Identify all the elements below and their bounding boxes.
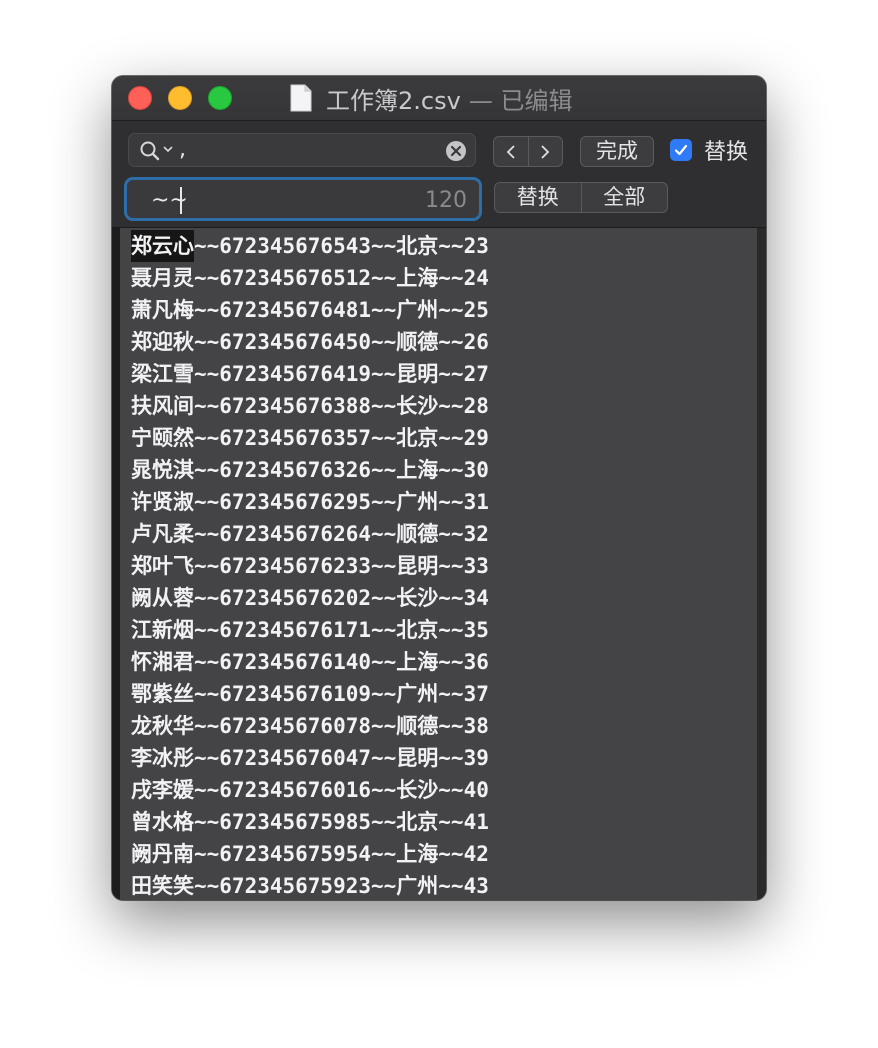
line-text: 阙丹南~~672345675954~~上海~~42 — [131, 842, 489, 866]
document-name: 工作簿2.csv — [326, 86, 461, 115]
text-line[interactable]: 曾水格~~672345675985~~北京~~41 — [131, 806, 489, 838]
text-line[interactable]: 江新烟~~672345676171~~北京~~35 — [131, 614, 489, 646]
chevron-right-icon — [541, 144, 550, 159]
text-line[interactable]: 晁悦淇~~672345676326~~上海~~30 — [131, 454, 489, 486]
text-area[interactable]: 郑云心~~672345676543~~北京~~23 聂月灵~~6723456765… — [120, 228, 757, 900]
line-text: 郑叶飞~~672345676233~~昆明~~33 — [131, 554, 489, 578]
text-line[interactable]: 许贤淑~~672345676295~~广州~~31 — [131, 486, 489, 518]
search-input[interactable]: , — [179, 137, 186, 163]
line-text: 龙秋华~~672345676078~~顺德~~38 — [131, 714, 489, 738]
search-field[interactable]: , — [128, 133, 476, 167]
replace-toggle[interactable]: 替换 — [670, 136, 749, 165]
text-line[interactable]: 田笑笑~~672345675923~~广州~~43 — [131, 870, 489, 900]
text-line[interactable]: 李冰彤~~672345676047~~昆明~~39 — [131, 742, 489, 774]
chevron-down-icon[interactable] — [163, 145, 173, 153]
line-text: 聂月灵~~672345676512~~上海~~24 — [131, 266, 489, 290]
previous-match-button[interactable] — [494, 137, 528, 166]
text-editor[interactable]: 郑云心~~672345676543~~北京~~23 聂月灵~~6723456765… — [112, 228, 766, 900]
line-text: 萧凡梅~~672345676481~~广州~~25 — [131, 298, 489, 322]
text-line[interactable]: 郑叶飞~~672345676233~~昆明~~33 — [131, 550, 489, 582]
replace-checkbox[interactable] — [670, 139, 692, 161]
line-text: 宁颐然~~672345676357~~北京~~29 — [131, 426, 489, 450]
text-line[interactable]: 宁颐然~~672345676357~~北京~~29 — [131, 422, 489, 454]
line-text: 田笑笑~~672345675923~~广州~~43 — [131, 874, 489, 898]
line-text: 晁悦淇~~672345676326~~上海~~30 — [131, 458, 489, 482]
done-button[interactable]: 完成 — [580, 136, 654, 167]
text-line[interactable]: 龙秋华~~672345676078~~顺德~~38 — [131, 710, 489, 742]
text-editor-window: 工作簿2.csv — 已编辑 , 完成 替换 ~~ 120 替换 全部 郑云心~… — [112, 76, 766, 900]
text-caret — [180, 187, 182, 214]
line-text: 许贤淑~~672345676295~~广州~~31 — [131, 490, 489, 514]
checkmark-icon — [674, 144, 688, 156]
line-text: 郑迎秋~~672345676450~~顺德~~26 — [131, 330, 489, 354]
replace-input[interactable]: ~~ — [151, 188, 188, 214]
window-title: 工作簿2.csv — 已编辑 — [290, 83, 573, 115]
text-line[interactable]: 卢凡柔~~672345676264~~顺德~~32 — [131, 518, 489, 550]
text-line[interactable]: 梁江雪~~672345676419~~昆明~~27 — [131, 358, 489, 390]
selected-match[interactable]: 郑云心 — [131, 230, 194, 262]
line-text: 扶风间~~672345676388~~长沙~~28 — [131, 394, 489, 418]
replace-buttons: 替换 全部 — [494, 182, 668, 213]
text-line[interactable]: 萧凡梅~~672345676481~~广州~~25 — [131, 294, 489, 326]
replace-button[interactable]: 替换 — [495, 183, 581, 212]
text-line[interactable]: 扶风间~~672345676388~~长沙~~28 — [131, 390, 489, 422]
document-icon — [290, 84, 312, 112]
clear-icon[interactable] — [445, 140, 467, 162]
next-match-button[interactable] — [527, 137, 563, 166]
line-text: 曾水格~~672345675985~~北京~~41 — [131, 810, 489, 834]
find-replace-bar: , 完成 替换 ~~ 120 替换 全部 — [112, 121, 766, 228]
line-text: 江新烟~~672345676171~~北京~~35 — [131, 618, 489, 642]
line-text: 阙从蓉~~672345676202~~长沙~~34 — [131, 586, 489, 610]
title-bar: 工作簿2.csv — 已编辑 — [112, 76, 766, 121]
line-text: 李冰彤~~672345676047~~昆明~~39 — [131, 746, 489, 770]
replace-count: 120 — [425, 188, 467, 213]
text-line[interactable]: 鄂紫丝~~672345676109~~广州~~37 — [131, 678, 489, 710]
find-navigation — [493, 136, 563, 167]
edited-status: — 已编辑 — [468, 86, 573, 115]
search-icon[interactable] — [139, 140, 161, 162]
text-line[interactable]: 聂月灵~~672345676512~~上海~~24 — [131, 262, 489, 294]
text-line[interactable]: 郑云心~~672345676543~~北京~~23 — [131, 230, 489, 262]
replace-all-button[interactable]: 全部 — [580, 183, 668, 212]
text-line[interactable]: 阙从蓉~~672345676202~~长沙~~34 — [131, 582, 489, 614]
line-text: 卢凡柔~~672345676264~~顺德~~32 — [131, 522, 489, 546]
text-line[interactable]: 郑迎秋~~672345676450~~顺德~~26 — [131, 326, 489, 358]
text-line[interactable]: 戌李媛~~672345676016~~长沙~~40 — [131, 774, 489, 806]
editor-gutter — [112, 228, 120, 900]
minimize-window-button[interactable] — [168, 86, 192, 110]
vertical-scrollbar[interactable] — [757, 228, 766, 900]
text-lines: 郑云心~~672345676543~~北京~~23 聂月灵~~6723456765… — [131, 230, 489, 900]
line-text: ~~672345676543~~北京~~23 — [194, 234, 489, 258]
line-text: 鄂紫丝~~672345676109~~广州~~37 — [131, 682, 489, 706]
text-line[interactable]: 怀湘君~~672345676140~~上海~~36 — [131, 646, 489, 678]
line-text: 梁江雪~~672345676419~~昆明~~27 — [131, 362, 489, 386]
replace-toggle-label: 替换 — [704, 140, 749, 165]
line-text: 怀湘君~~672345676140~~上海~~36 — [131, 650, 489, 674]
chevron-left-icon — [506, 144, 515, 159]
close-window-button[interactable] — [128, 86, 152, 110]
text-line[interactable]: 阙丹南~~672345675954~~上海~~42 — [131, 838, 489, 870]
line-text: 戌李媛~~672345676016~~长沙~~40 — [131, 778, 489, 802]
replace-field[interactable]: ~~ 120 — [124, 177, 482, 221]
maximize-window-button[interactable] — [208, 86, 232, 110]
